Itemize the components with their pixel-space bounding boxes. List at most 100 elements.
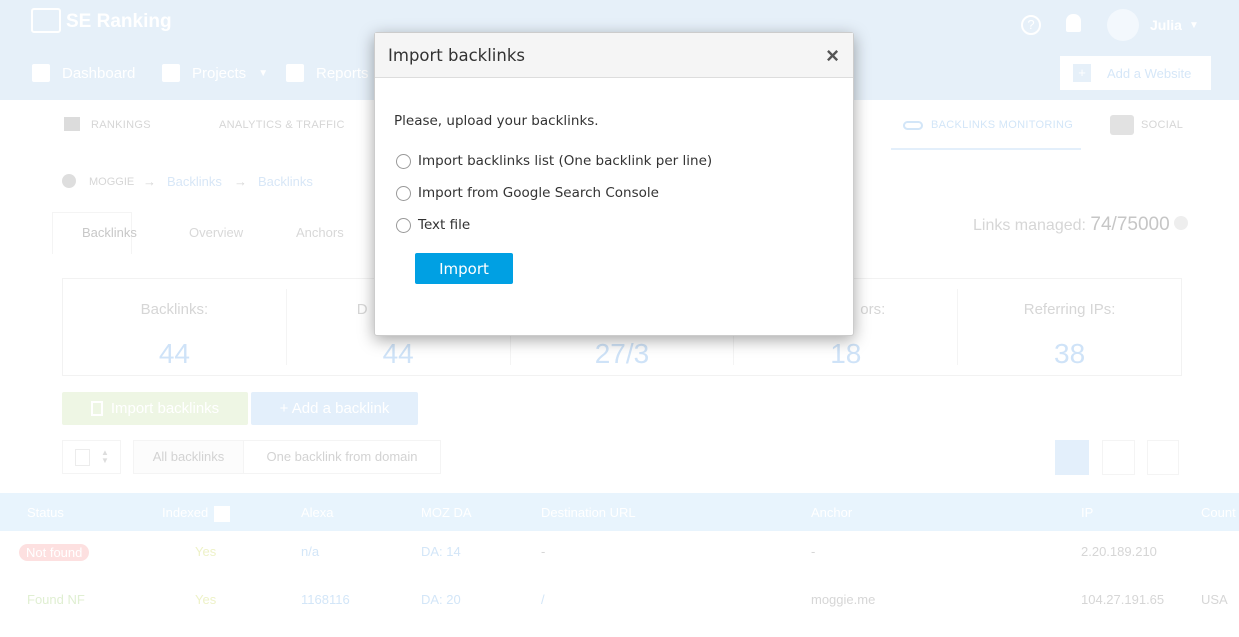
close-icon[interactable]: ×: [826, 43, 839, 69]
logo-text[interactable]: SE Ranking: [66, 11, 172, 33]
col-country[interactable]: Count: [1201, 505, 1236, 520]
col-alexa[interactable]: Alexa: [301, 505, 334, 520]
option-label: Import from Google Search Console: [418, 185, 659, 201]
radio[interactable]: [396, 153, 411, 169]
stat-value: 27/3: [594, 338, 650, 369]
subtab-overview[interactable]: Overview: [189, 225, 243, 240]
add-website-button[interactable]: + Add a Website: [1060, 56, 1211, 90]
anchor: -: [811, 544, 816, 559]
filter-one-per-domain[interactable]: One backlink from domain: [244, 441, 440, 473]
option-label: Text file: [418, 217, 471, 233]
links-managed: Links managed: 74/75000: [973, 214, 1189, 236]
reports-icon: [286, 64, 304, 82]
import-backlinks-button[interactable]: Import backlinks: [62, 392, 248, 425]
filter-icon[interactable]: [1102, 440, 1135, 475]
import-label: Import backlinks: [110, 400, 220, 417]
option-label: Import backlinks list (One backlink per …: [418, 153, 713, 169]
export-button[interactable]: [1055, 440, 1089, 475]
add-website-label: Add a Website: [1107, 65, 1192, 81]
subtab-backlinks[interactable]: Backlinks: [82, 225, 137, 240]
radio[interactable]: [396, 185, 411, 201]
modal-prompt: Please, upload your backlinks.: [394, 113, 599, 129]
modal-header: Import backlinks ×: [375, 33, 853, 78]
import-file-icon: [90, 401, 103, 416]
columns-icon[interactable]: [1147, 440, 1179, 475]
status-text: Found NF: [27, 592, 85, 607]
col-destination-url[interactable]: Destination URL: [541, 505, 636, 520]
stat-value: 38: [1054, 338, 1086, 369]
dashboard-icon: [32, 64, 50, 82]
google-icon: [214, 506, 230, 522]
alexa: 1168116: [301, 592, 350, 607]
help-icon[interactable]: [1174, 216, 1189, 230]
bell-icon[interactable]: [1066, 14, 1081, 32]
user-name[interactable]: Julia: [1150, 17, 1182, 33]
link-icon: [903, 121, 923, 130]
caret-down-icon[interactable]: ▼: [1189, 20, 1199, 31]
add-backlink-button[interactable]: + Add a backlink: [251, 392, 418, 425]
status-badge: Not found: [19, 544, 90, 561]
modal-title: Import backlinks: [388, 46, 525, 65]
avatar[interactable]: [1107, 9, 1139, 41]
checkbox[interactable]: [75, 449, 90, 466]
col-status[interactable]: Status: [27, 505, 64, 520]
nav-dashboard[interactable]: Dashboard: [32, 64, 135, 82]
ip: 2.20.189.210: [1081, 544, 1157, 559]
option-text-file[interactable]: Text file: [396, 217, 470, 233]
gear-icon: [62, 174, 76, 188]
stat-label: Referring IPs:: [1023, 301, 1116, 318]
option-backlinks-list[interactable]: Import backlinks list (One backlink per …: [396, 153, 712, 169]
indexed: Yes: [195, 544, 217, 559]
stat-value: 18: [830, 338, 862, 369]
links-managed-value: 74/75000: [1090, 214, 1170, 235]
nav-reports[interactable]: Reports: [286, 64, 369, 82]
arrow-icon: →: [234, 174, 247, 189]
help-icon[interactable]: ?: [1021, 15, 1041, 35]
nav-label: Reports: [316, 64, 369, 82]
moz-da: DA: 20: [421, 592, 461, 607]
filter-all-backlinks[interactable]: All backlinks: [134, 441, 244, 473]
col-moz-da[interactable]: MOZ DA: [421, 505, 472, 520]
nav-label: Dashboard: [62, 64, 136, 82]
destination-url[interactable]: -: [541, 544, 545, 559]
anchor: moggie.me: [811, 592, 876, 607]
tab-rankings[interactable]: RANKINGS: [91, 119, 151, 131]
country: USA: [1201, 592, 1228, 607]
tab-analytics[interactable]: ANALYTICS & TRAFFIC: [219, 119, 345, 131]
arrow-icon: →: [143, 174, 156, 189]
subtab-anchors[interactable]: Anchors: [296, 225, 344, 240]
moz-da: DA: 14: [421, 544, 461, 559]
col-anchor[interactable]: Anchor: [811, 505, 852, 520]
projects-icon: [162, 64, 180, 82]
stat-backlinks: Backlinks: 44: [63, 289, 287, 369]
stat-value: 44: [158, 338, 190, 369]
caret-down-icon: ▼: [258, 67, 269, 79]
radio[interactable]: [396, 217, 411, 233]
sort-icon: ▲ ▼: [101, 448, 109, 465]
tab-social[interactable]: SOCIAL: [1141, 119, 1183, 131]
option-google-search-console[interactable]: Import from Google Search Console: [396, 185, 659, 201]
indexed: Yes: [195, 592, 217, 607]
breadcrumb-project[interactable]: MOGGIE: [89, 176, 134, 188]
active-tab-underline: [891, 148, 1081, 150]
rankings-icon: [64, 117, 80, 131]
table-header: Status Indexed Alexa MOZ DA Destination …: [0, 493, 1239, 531]
links-managed-label: Links managed:: [973, 217, 1086, 234]
filter-segment: All backlinks One backlink from domain: [133, 440, 441, 474]
table-row: Found NF Yes 1168116 DA: 20 / moggie.me …: [0, 592, 1239, 632]
destination-url[interactable]: /: [541, 592, 545, 607]
stat-referring-ips: Referring IPs: 38: [958, 289, 1181, 369]
col-indexed[interactable]: Indexed: [162, 505, 208, 520]
import-backlinks-modal: Import backlinks × Please, upload your b…: [374, 32, 854, 336]
import-button[interactable]: Import: [415, 253, 513, 284]
nav-projects[interactable]: Projects ▼: [162, 64, 268, 82]
stat-label: Backlinks:: [140, 301, 209, 318]
select-all-checkbox[interactable]: ▲ ▼: [62, 440, 121, 474]
alexa: n/a: [301, 544, 320, 559]
col-ip[interactable]: IP: [1081, 505, 1093, 520]
breadcrumb-current: Backlinks: [258, 174, 313, 189]
social-icon: [1110, 115, 1134, 135]
tab-backlinks-monitoring[interactable]: BACKLINKS MONITORING: [931, 119, 1073, 131]
breadcrumb-item[interactable]: Backlinks: [167, 174, 222, 189]
stat-value: 44: [382, 338, 414, 369]
